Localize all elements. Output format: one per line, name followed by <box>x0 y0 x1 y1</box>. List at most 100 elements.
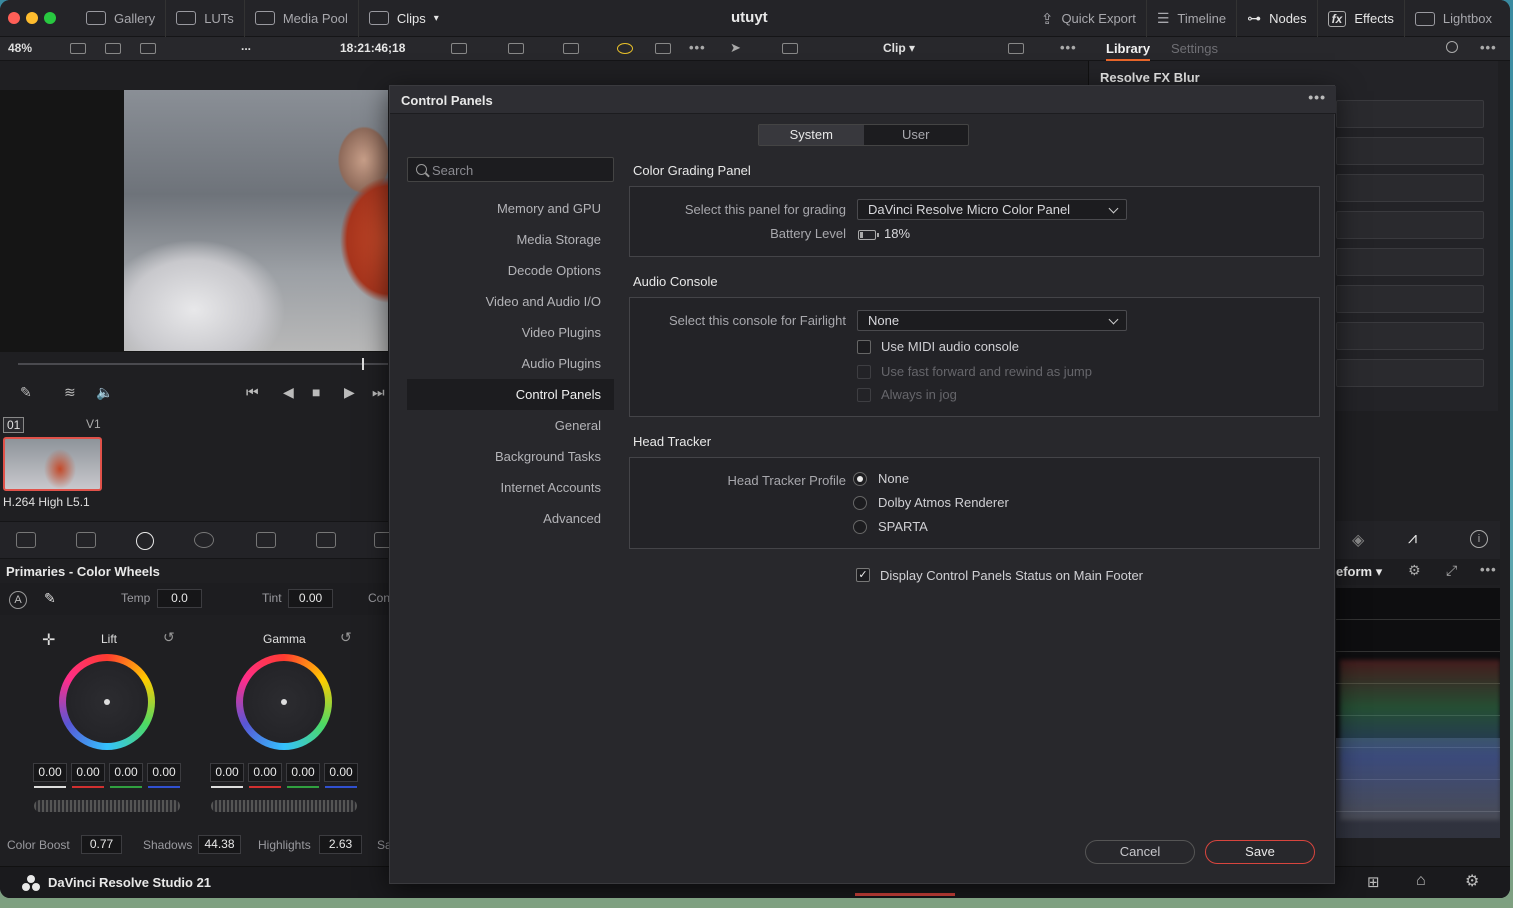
gamma-g-field[interactable]: 0.00 <box>286 763 320 782</box>
tab-user[interactable]: User <box>864 125 969 145</box>
timecode[interactable]: 18:21:46;18 <box>340 41 405 55</box>
nodes-button[interactable]: ⊶ Nodes <box>1236 0 1317 37</box>
node-more-icon[interactable]: ••• <box>1060 40 1077 55</box>
go-to-start-icon[interactable]: ⏮ <box>246 384 259 401</box>
clips-button[interactable]: Clips ▾ <box>359 0 449 37</box>
effect-item[interactable] <box>1336 322 1484 350</box>
crosshair-icon[interactable]: ✛ <box>42 630 55 650</box>
grading-panel-select[interactable]: DaVinci Resolve Micro Color Panel <box>857 199 1127 220</box>
fast-forward-checkbox[interactable] <box>857 365 871 379</box>
single-viewer-icon[interactable] <box>70 43 86 54</box>
scope-settings-icon[interactable]: ⚙ <box>1408 562 1421 579</box>
nav-general[interactable]: General <box>407 410 614 441</box>
reset-gamma-icon[interactable]: ↺ <box>340 629 352 646</box>
tint-field[interactable]: 0.00 <box>288 589 333 608</box>
picker-icon[interactable]: ✎ <box>44 590 56 607</box>
layout-icon[interactable] <box>782 43 798 54</box>
tab-system[interactable]: System <box>759 125 864 145</box>
effect-item[interactable] <box>1336 211 1484 239</box>
dialog-more-icon[interactable]: ••• <box>1308 89 1326 105</box>
volume-icon[interactable]: 🔈 <box>96 384 113 401</box>
go-to-end-icon[interactable]: ⏭ <box>372 384 385 401</box>
rgb-mixer-icon[interactable] <box>256 532 276 548</box>
lift-master-wheel[interactable] <box>34 800 180 812</box>
picker-icon[interactable]: ✎ <box>20 384 32 401</box>
effects-category-title[interactable]: Resolve FX Blur <box>1100 70 1200 85</box>
display-status-checkbox[interactable]: ✓ <box>856 568 870 582</box>
cancel-button[interactable]: Cancel <box>1085 840 1195 864</box>
highlights-field[interactable]: 2.63 <box>319 835 362 854</box>
lift-y-field[interactable]: 0.00 <box>33 763 67 782</box>
settings-tab[interactable]: Settings <box>1171 41 1218 56</box>
home-icon[interactable]: ⌂ <box>1416 872 1426 890</box>
hdr-wheels-icon[interactable] <box>194 532 214 548</box>
gamma-y-field[interactable]: 0.00 <box>210 763 244 782</box>
stop-icon[interactable]: ■ <box>312 384 320 400</box>
close-window-button[interactable] <box>8 12 20 24</box>
head-tracker-none-radio[interactable] <box>853 472 867 486</box>
effect-item[interactable] <box>1336 174 1484 202</box>
nav-video-plugins[interactable]: Video Plugins <box>407 317 614 348</box>
lift-g-field[interactable]: 0.00 <box>109 763 143 782</box>
nav-media-storage[interactable]: Media Storage <box>407 224 614 255</box>
grid-viewer-icon[interactable] <box>105 43 121 54</box>
effect-item[interactable] <box>1336 137 1484 165</box>
nav-video-audio-io[interactable]: Video and Audio I/O <box>407 286 614 317</box>
search-icon[interactable] <box>1446 41 1458 53</box>
temp-field[interactable]: 0.0 <box>157 589 202 608</box>
clip-mode-select[interactable]: Clip ▾ <box>883 41 915 55</box>
fairlight-console-select[interactable]: None <box>857 310 1127 331</box>
project-manager-icon[interactable]: ⊞ <box>1367 873 1380 891</box>
info-icon[interactable]: i <box>1470 530 1488 548</box>
effects-button[interactable]: fx Effects <box>1316 0 1404 37</box>
transform-icon[interactable] <box>563 43 579 54</box>
right-scrollbar[interactable] <box>1500 61 1510 898</box>
gallery-button[interactable]: Gallery <box>76 0 167 37</box>
search-input[interactable] <box>432 161 607 179</box>
camera-raw-icon[interactable] <box>16 532 36 548</box>
library-tab[interactable]: Library <box>1106 41 1151 61</box>
nav-memory-gpu[interactable]: Memory and GPU <box>407 193 614 224</box>
effect-item[interactable] <box>1336 285 1484 313</box>
layers-icon[interactable]: ≋ <box>64 384 76 401</box>
preferences-search[interactable] <box>407 157 614 182</box>
waveform-icon[interactable]: ⩘ <box>1408 530 1417 548</box>
nav-internet-accounts[interactable]: Internet Accounts <box>407 472 614 503</box>
zoom-window-button[interactable] <box>44 12 56 24</box>
video-frame[interactable] <box>124 90 388 351</box>
motion-effects-icon[interactable] <box>316 532 336 548</box>
head-tracker-dolby-radio[interactable] <box>853 496 867 510</box>
gamma-r-field[interactable]: 0.00 <box>248 763 282 782</box>
reverse-icon[interactable]: ◀ <box>283 384 294 401</box>
use-midi-checkbox[interactable] <box>857 340 871 354</box>
viewer-more-icon[interactable]: ••• <box>689 40 706 55</box>
scope-expand-icon[interactable]: ⤢ <box>1446 562 1457 579</box>
fullscreen-icon[interactable] <box>655 43 671 54</box>
split-viewer-icon[interactable] <box>140 43 156 54</box>
lift-b-field[interactable]: 0.00 <box>147 763 181 782</box>
lift-wheel-handle[interactable] <box>104 699 110 705</box>
scope-type-select[interactable]: eform ▾ <box>1336 564 1382 580</box>
reset-lift-icon[interactable]: ↺ <box>163 629 175 646</box>
nav-background-tasks[interactable]: Background Tasks <box>407 441 614 472</box>
gear-icon[interactable]: ⚙ <box>1465 871 1479 891</box>
safe-area-icon[interactable] <box>451 43 467 54</box>
playhead[interactable] <box>362 358 364 370</box>
minimize-window-button[interactable] <box>26 12 38 24</box>
scope-more-icon[interactable]: ••• <box>1480 562 1497 577</box>
effect-item[interactable] <box>1336 359 1484 387</box>
nav-control-panels[interactable]: Control Panels <box>407 379 614 410</box>
library-more-icon[interactable]: ••• <box>1480 40 1497 55</box>
highlight-icon[interactable] <box>617 43 633 54</box>
scrub-bar[interactable] <box>18 363 388 365</box>
pointer-icon[interactable]: ➤ <box>730 40 746 55</box>
color-boost-field[interactable]: 0.77 <box>81 835 122 854</box>
effect-item[interactable] <box>1336 100 1484 128</box>
viewer-dots[interactable]: ... <box>241 39 251 53</box>
color-match-icon[interactable] <box>76 532 96 548</box>
hdr-icon[interactable] <box>508 43 524 54</box>
auto-balance-icon[interactable]: A <box>9 591 27 609</box>
luts-button[interactable]: LUTs <box>166 0 245 37</box>
gamma-wheel-handle[interactable] <box>281 699 287 705</box>
save-button[interactable]: Save <box>1205 840 1315 864</box>
